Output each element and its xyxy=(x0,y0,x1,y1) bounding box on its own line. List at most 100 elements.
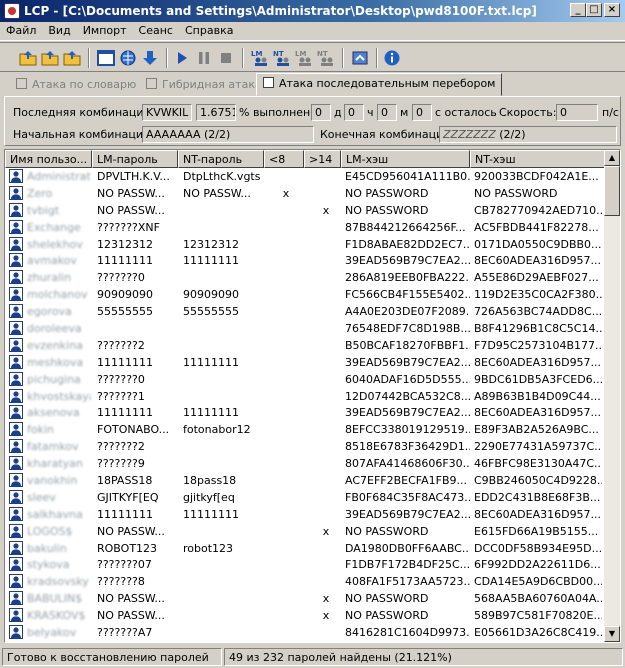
nt-users-icon[interactable]: NT xyxy=(272,48,292,68)
menu-session[interactable]: Сеанс xyxy=(133,22,179,37)
cell-nt-hash: C9BB246050C4D9228... xyxy=(474,474,602,488)
cell-lm-password: 12312312 xyxy=(97,237,153,251)
cell-nt-hash: 119D2E35C0CA2F380... xyxy=(474,288,602,302)
user-icon xyxy=(9,439,23,454)
cell-username: fatamkov xyxy=(27,440,79,454)
table-row[interactable]: kradsovsky ???????8 408FA1F5173AA5723... CD… xyxy=(5,573,605,590)
cell-nt-password: NO PASSW... xyxy=(183,186,251,200)
table-row[interactable]: pichugina ???????0 6040ADAF16D5D555... 9BDC… xyxy=(5,371,605,388)
open-folder-icon[interactable] xyxy=(40,48,60,68)
open-folder-icon[interactable] xyxy=(18,48,38,68)
cell-lm-hash: 286A819EEB0FBA222... xyxy=(345,271,470,285)
cell-nt-hash: EDD2C431B8E68F3B... xyxy=(474,490,601,504)
col-nt-password[interactable]: NT-пароль xyxy=(178,150,264,168)
table-row[interactable]: Exchange ???????XNF 87B844212664256F... AC5… xyxy=(5,219,605,236)
tab-checkbox[interactable] xyxy=(146,78,157,89)
table-row[interactable]: egorova 55555555 55555555 A4A0E203DE07F2089… xyxy=(5,303,605,320)
scroll-up-button[interactable]: ▲ xyxy=(604,150,620,166)
table-row[interactable]: doroleeva 76548EDF7C8D198B... B8F41296B1C8… xyxy=(5,320,605,337)
cell-username: belyakov xyxy=(27,626,77,640)
info-icon[interactable] xyxy=(382,48,402,68)
cell-lm-password: ???????07 xyxy=(97,558,152,572)
col-lm-hash[interactable]: LM-хэш xyxy=(341,150,470,168)
minimize-button[interactable]: _ xyxy=(570,3,586,17)
table-row[interactable]: LOGOS$ NO PASSW... x NO PASSWORD E615FD66A19… xyxy=(5,523,605,540)
table-row[interactable]: BABULIN$ NO PASSW... x NO PASSWORD 568AA5BA6… xyxy=(5,590,605,607)
svg-text:NT: NT xyxy=(317,50,328,58)
globe-icon[interactable] xyxy=(118,48,138,68)
table-row[interactable]: stykova ???????07 F1DB7F172B4DF25C... 6F992… xyxy=(5,556,605,573)
table-row[interactable]: fatamkov ???????2 8518E6783F36429D1... 2290… xyxy=(5,438,605,455)
table-row[interactable]: zhuralin ???????0 286A819EEB0FBA222... A55E… xyxy=(5,269,605,286)
pause-icon[interactable] xyxy=(194,48,214,68)
password-table[interactable]: Имя пользо... LM-пароль NT-пароль <8 >14… xyxy=(4,149,621,643)
table-row[interactable]: khvostskaya ???????1 12D07442BCA532C8... A8… xyxy=(5,388,605,405)
col-more-14[interactable]: >14 xyxy=(304,150,341,168)
nt-users-icon[interactable]: NT xyxy=(316,48,336,68)
table-row[interactable]: molchanov 90909090 90909090 FC566CB4F155E54… xyxy=(5,286,605,303)
col-username[interactable]: Имя пользо... xyxy=(5,150,92,168)
toolbar: LM NT LM NT xyxy=(0,42,625,72)
cell-nt-hash: E89F3AB2A526A9BC... xyxy=(474,423,599,437)
menu-help[interactable]: Справка xyxy=(179,22,239,37)
lm-users-icon[interactable]: LM xyxy=(250,48,270,68)
maximize-button[interactable]: □ xyxy=(586,3,602,17)
table-row[interactable]: bakulin ROBOT123 robot123 DA1980DB0FF6AABC.… xyxy=(5,540,605,557)
play-icon[interactable] xyxy=(172,48,192,68)
cell-nt-password: 12312312 xyxy=(183,237,239,251)
cell-lm-hash: 87B844212664256F... xyxy=(345,220,466,234)
table-row[interactable]: sleev GJITKYF[EQ gjitkyf[eq FB0F684C35F8AC4… xyxy=(5,489,605,506)
tab-checkbox[interactable] xyxy=(263,77,274,88)
cell-lm-password: 11111111 xyxy=(97,507,153,521)
tab-brute-force-attack[interactable]: Атака последовательным перебором xyxy=(256,73,503,96)
cell-username: Zero xyxy=(27,186,53,200)
stop-icon[interactable] xyxy=(216,48,236,68)
table-row[interactable]: shelekhov 12312312 12312312 F1D8ABAE82DD2EC… xyxy=(5,236,605,253)
lm-users-icon[interactable]: LM xyxy=(294,48,314,68)
col-lm-password[interactable]: LM-пароль xyxy=(92,150,178,168)
table-row[interactable]: vanokhin 18PASS18 18pass18 AC7EFF2BECFA1FB9… xyxy=(5,472,605,489)
cell-lm-password: NO PASSW... xyxy=(97,524,165,538)
menu-view[interactable]: Вид xyxy=(42,22,76,37)
table-row[interactable]: aksenova 11111111 11111111 39EAD569B79C7EA2… xyxy=(5,404,605,421)
table-row[interactable]: fokin FOTONABO... fotonabor12 8EFCC33801912… xyxy=(5,421,605,438)
open-folder-icon[interactable] xyxy=(62,48,82,68)
window-icon[interactable] xyxy=(96,48,116,68)
cell-nt-hash: A55E86D29AEBF027... xyxy=(474,271,599,285)
export-icon[interactable] xyxy=(350,48,370,68)
user-icon xyxy=(9,557,23,572)
table-row[interactable]: tvbigt NO PASSW... x NO PASSWORD CB782770942… xyxy=(5,202,605,219)
cell-username: pichugina xyxy=(27,372,81,386)
cell-lm-password: 11111111 xyxy=(97,254,153,268)
cell-nt-password: 18pass18 xyxy=(183,474,237,488)
table-row[interactable]: avmakov 11111111 11111111 39EAD569B79C7EA2.… xyxy=(5,252,605,269)
cell-username: Administrator xyxy=(27,170,91,183)
tab-checkbox[interactable] xyxy=(16,78,27,89)
col-nt-hash[interactable]: NT-хэш xyxy=(470,150,605,168)
cell-username: aksenova xyxy=(27,406,80,420)
table-row[interactable]: meshkova 11111111 11111111 39EAD569B79C7EA2… xyxy=(5,354,605,371)
seconds-label: с осталось xyxy=(435,106,497,119)
col-less-8[interactable]: <8 xyxy=(264,150,304,168)
toolbar-separator xyxy=(376,48,378,68)
scroll-thumb[interactable] xyxy=(604,166,620,216)
end-combo-suffix: (2/2) xyxy=(499,128,526,141)
cell-lm-hash: 12D07442BCA532C8... xyxy=(345,389,470,403)
table-row[interactable]: Administrator DPVLTH.K.V... DtpLthcK.vgts E… xyxy=(5,168,605,185)
tab-hybrid-attack[interactable]: Гибридная атака xyxy=(140,75,268,96)
menu-import[interactable]: Импорт xyxy=(77,22,133,37)
tab-dictionary-attack[interactable]: Атака по словарю xyxy=(10,75,142,96)
table-row[interactable]: evzenkina ???????2 B50BCAF18270FBBF1... F7D… xyxy=(5,337,605,354)
menu-file[interactable]: Файл xyxy=(0,22,42,37)
table-row[interactable]: KRASKOV$ NO PASSW... x NO PASSWORD 589B97C58… xyxy=(5,607,605,624)
cell-lm-hash: 39EAD569B79C7EA2... xyxy=(345,406,470,420)
table-row[interactable]: Zero NO PASSW... NO PASSW... x NO PASSWORD NO… xyxy=(5,185,605,202)
table-row[interactable]: belyakov ???????A7 8416281C1604D9973... E05… xyxy=(5,624,605,641)
scroll-down-button[interactable]: ▼ xyxy=(604,626,620,642)
vertical-scrollbar[interactable]: ▲ ▼ xyxy=(604,150,620,642)
table-row[interactable]: salkhavna 11111111 11111111 39EAD569B79C7EA… xyxy=(5,506,605,523)
close-button[interactable]: × xyxy=(604,3,620,17)
cell-lm-hash: NO PASSWORD xyxy=(345,186,429,200)
download-icon[interactable] xyxy=(140,48,160,68)
table-row[interactable]: kharatyan ???????9 807AFA41468606F30... 46F… xyxy=(5,455,605,472)
